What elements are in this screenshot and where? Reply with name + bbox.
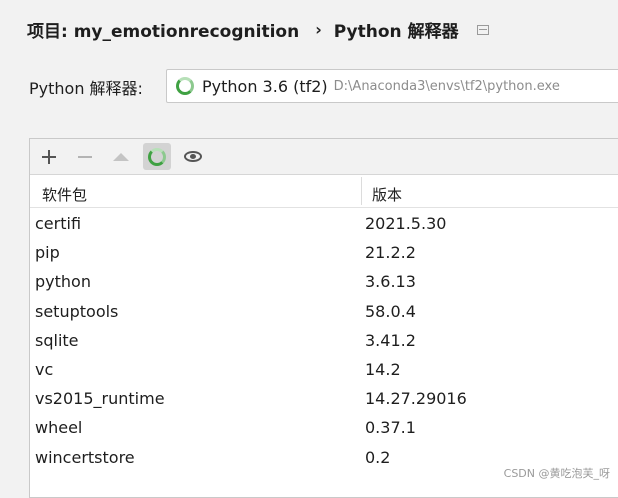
watermark: CSDN @黄吃泡芙_呀 — [503, 467, 610, 480]
interpreter-path: D:\Anaconda3\envs\tf2\python.exe — [333, 78, 560, 94]
table-row[interactable]: setuptools 58.0.4 — [30, 296, 618, 325]
packages-panel: 软件包 版本 certifi 2021.5.30 pip 21.2.2 pyth… — [29, 138, 618, 498]
add-package-button[interactable] — [35, 143, 63, 170]
package-name: vs2015_runtime — [35, 389, 165, 409]
package-name: pip — [35, 243, 60, 263]
table-row[interactable]: vs2015_runtime 14.27.29016 — [30, 383, 618, 412]
package-name: vc — [35, 359, 54, 379]
table-header: 软件包 版本 — [30, 175, 618, 208]
interpreter-name: Python 3.6 (tf2) — [202, 76, 328, 96]
package-name: wheel — [35, 418, 83, 438]
minus-icon — [78, 150, 92, 164]
package-version: 3.6.13 — [365, 272, 416, 292]
remove-package-button[interactable] — [71, 143, 99, 170]
package-name: python — [35, 272, 91, 292]
package-version: 58.0.4 — [365, 301, 416, 321]
column-header-version[interactable]: 版本 — [372, 184, 402, 205]
package-name: sqlite — [35, 330, 79, 350]
package-name: certifi — [35, 214, 82, 233]
arrow-up-icon — [113, 152, 129, 161]
spinner-icon — [176, 77, 194, 95]
package-version: 2021.5.30 — [365, 214, 447, 233]
column-header-package[interactable]: 软件包 — [42, 184, 87, 205]
packages-toolbar — [30, 139, 618, 175]
interpreter-label: Python 解释器: — [29, 79, 143, 98]
breadcrumb-project[interactable]: 项目: my_emotionrecognition — [27, 17, 299, 42]
package-version: 0.2 — [365, 447, 391, 467]
package-version: 3.41.2 — [365, 330, 416, 350]
package-version: 14.2 — [365, 359, 401, 379]
plus-icon — [42, 149, 56, 164]
table-row[interactable]: vc 14.2 — [30, 354, 618, 383]
eye-icon — [184, 151, 202, 162]
refresh-button[interactable] — [143, 143, 171, 170]
package-list: certifi 2021.5.30 pip 21.2.2 python 3.6.… — [30, 208, 618, 471]
column-divider[interactable] — [361, 177, 362, 205]
breadcrumb: 项目: my_emotionrecognition › Python 解释器 — [27, 17, 489, 42]
table-row[interactable]: certifi 2021.5.30 — [30, 208, 618, 237]
table-row[interactable]: python 3.6.13 — [30, 266, 618, 295]
table-row[interactable]: pip 21.2.2 — [30, 237, 618, 266]
table-row[interactable]: wheel 0.37.1 — [30, 412, 618, 441]
interpreter-select[interactable]: Python 3.6 (tf2) D:\Anaconda3\envs\tf2\p… — [166, 69, 618, 103]
package-version: 0.37.1 — [365, 418, 416, 438]
show-early-releases-button[interactable] — [179, 143, 207, 170]
upgrade-package-button[interactable] — [107, 143, 135, 170]
package-version: 14.27.29016 — [365, 389, 467, 409]
breadcrumb-separator: › — [315, 19, 322, 39]
package-version: 21.2.2 — [365, 243, 416, 263]
window-icon[interactable] — [476, 25, 489, 35]
table-row[interactable]: sqlite 3.41.2 — [30, 325, 618, 354]
page-title: Python 解释器 — [333, 21, 459, 42]
package-name: wincertstore — [35, 447, 135, 467]
package-name: setuptools — [35, 301, 119, 321]
spinner-icon — [148, 147, 166, 166]
